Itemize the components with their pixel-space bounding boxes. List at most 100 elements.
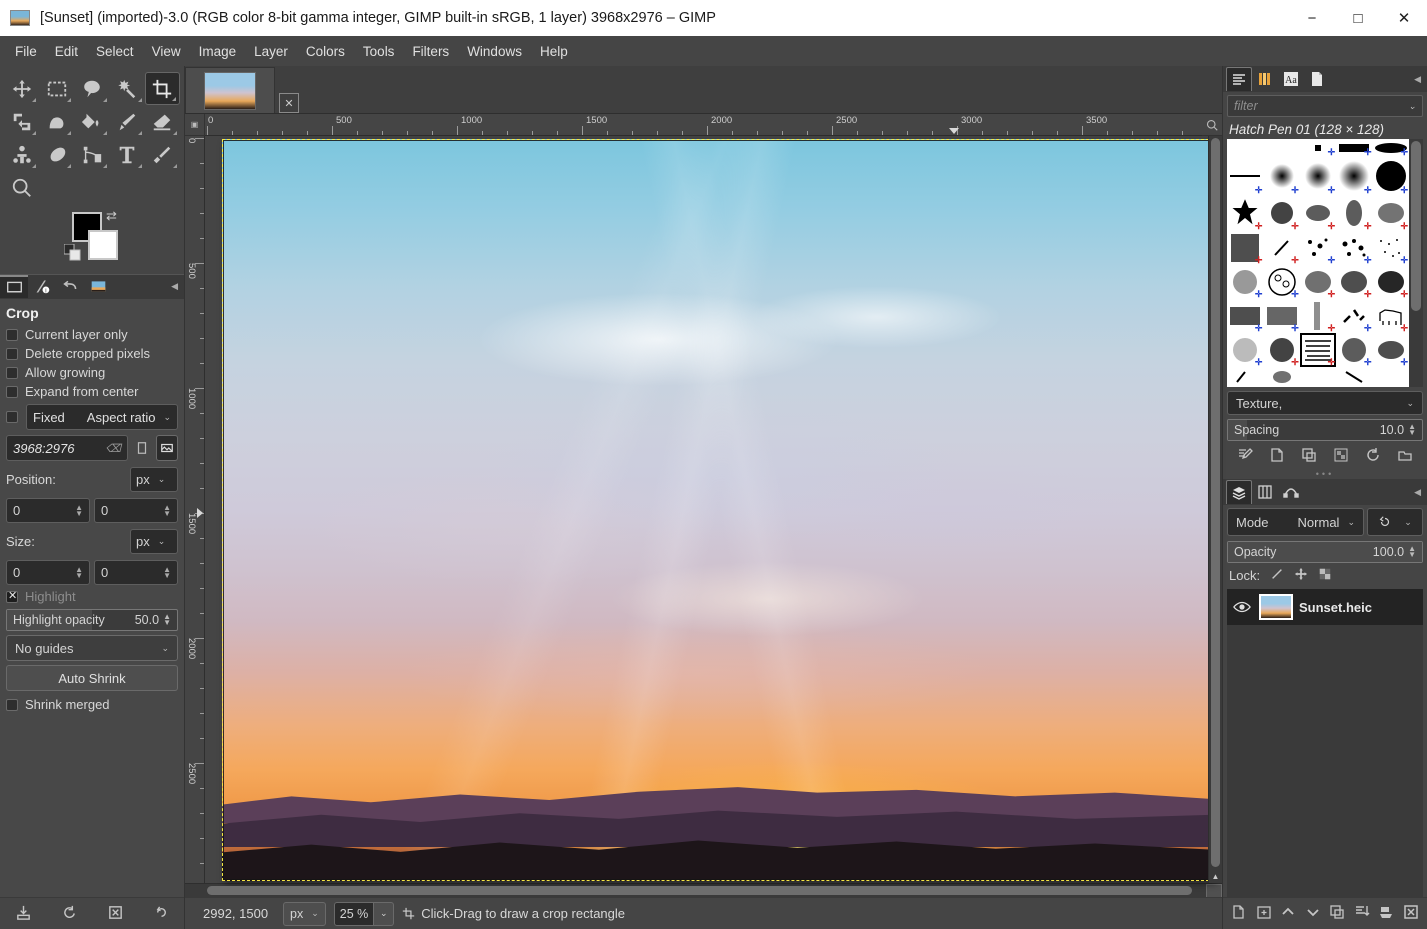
- current-layer-only-checkbox[interactable]: [6, 329, 18, 341]
- brush-item[interactable]: ✛: [1263, 231, 1299, 265]
- layer-visibility-icon[interactable]: [1231, 600, 1253, 614]
- statusbar-unit-combo[interactable]: px ⌄: [283, 902, 326, 926]
- transform-tool[interactable]: [4, 105, 39, 138]
- layers-menu-icon[interactable]: ◀: [1414, 487, 1421, 498]
- brush-item[interactable]: ✛: [1373, 157, 1409, 195]
- lock-pixels-icon[interactable]: [1270, 567, 1284, 584]
- crop-tool[interactable]: [145, 72, 180, 105]
- brush-item[interactable]: ✛: [1300, 195, 1336, 231]
- canvas-horizontal-scrollbar[interactable]: [205, 884, 1206, 897]
- delete-layer-icon[interactable]: [1403, 904, 1419, 923]
- brush-item[interactable]: ✛: [1336, 333, 1372, 367]
- patterns-tab[interactable]: [1252, 67, 1278, 91]
- canvas-vertical-scrollbar[interactable]: ▲: [1208, 136, 1222, 883]
- brush-item[interactable]: ✛: [1227, 195, 1263, 231]
- brush-item[interactable]: ✛: [1336, 157, 1372, 195]
- document-history-tab[interactable]: [1304, 67, 1330, 91]
- brush-item[interactable]: ✛: [1300, 265, 1336, 299]
- shrink-merged-checkbox[interactable]: [6, 699, 18, 711]
- vertical-ruler[interactable]: 0 500 1000 1500 2000 2500: [185, 136, 205, 883]
- menu-help[interactable]: Help: [531, 40, 577, 63]
- brush-item[interactable]: ✛: [1300, 139, 1336, 157]
- position-unit-combo[interactable]: px ⌄: [130, 467, 178, 492]
- delete-tool-preset-icon[interactable]: [107, 904, 124, 924]
- brush-item[interactable]: ✛: [1300, 299, 1336, 333]
- brush-item[interactable]: ✛: [1373, 231, 1409, 265]
- brush-item[interactable]: ✛: [1263, 299, 1299, 333]
- brush-item[interactable]: ✛: [1373, 333, 1409, 367]
- brush-item-hatch-pen-01[interactable]: ✛: [1300, 333, 1336, 367]
- allow-growing-checkbox[interactable]: [6, 367, 18, 379]
- brush-item[interactable]: ✛: [1227, 265, 1263, 299]
- zoom-tool[interactable]: [4, 171, 40, 204]
- ruler-origin-button[interactable]: ▣: [185, 114, 205, 136]
- anchor-layer-icon[interactable]: [1378, 904, 1394, 923]
- layer-item[interactable]: Sunset.heic: [1227, 589, 1423, 625]
- size-unit-combo[interactable]: px ⌄: [130, 529, 178, 554]
- brush-grid-scrollbar[interactable]: [1409, 139, 1423, 387]
- restore-tool-preset-icon[interactable]: [61, 904, 78, 924]
- brush-item[interactable]: [1336, 367, 1372, 387]
- shrink-merged-option[interactable]: Shrink merged: [0, 695, 184, 714]
- brush-item[interactable]: [1373, 367, 1409, 387]
- save-tool-preset-icon[interactable]: [15, 904, 32, 924]
- revert-mode-button[interactable]: ⌄: [1367, 508, 1423, 536]
- auto-shrink-button[interactable]: Auto Shrink: [6, 665, 178, 691]
- text-tool[interactable]: [110, 138, 145, 171]
- sunset-image-tab[interactable]: [185, 67, 275, 113]
- brush-item[interactable]: ✛: [1336, 299, 1372, 333]
- stepper-icon[interactable]: ▲▼: [75, 567, 83, 579]
- brush-item[interactable]: ✛: [1227, 299, 1263, 333]
- tool-options-tab[interactable]: [0, 275, 28, 299]
- eraser-tool[interactable]: [145, 105, 180, 138]
- stepper-icon[interactable]: ▲▼: [163, 505, 171, 517]
- paintbrush-tool[interactable]: [110, 105, 145, 138]
- landscape-orientation-button[interactable]: [156, 435, 178, 461]
- brush-item[interactable]: [1300, 367, 1336, 387]
- brush-item[interactable]: ✛: [1300, 157, 1336, 195]
- brush-item[interactable]: [1263, 367, 1299, 387]
- swap-colors-icon[interactable]: ⇄: [106, 208, 117, 224]
- free-select-tool[interactable]: [74, 72, 109, 105]
- undo-history-tab[interactable]: [56, 275, 84, 299]
- default-colors-icon[interactable]: [64, 244, 82, 265]
- brush-item[interactable]: ✛: [1336, 265, 1372, 299]
- highlight-checkbox[interactable]: [6, 591, 18, 603]
- stepper-icon[interactable]: ▲▼: [1408, 424, 1416, 436]
- stepper-icon[interactable]: ▲▼: [163, 614, 171, 626]
- images-tab[interactable]: [84, 275, 112, 299]
- guides-combo[interactable]: No guides ⌄: [6, 635, 178, 661]
- clear-icon[interactable]: ⌫: [105, 442, 121, 455]
- menu-select[interactable]: Select: [87, 40, 143, 63]
- device-status-tab[interactable]: i: [28, 275, 56, 299]
- raise-layer-icon[interactable]: [1280, 904, 1296, 923]
- brush-item[interactable]: ✛: [1336, 231, 1372, 265]
- size-height-input[interactable]: 0 ▲▼: [94, 560, 178, 585]
- maximize-button[interactable]: □: [1335, 0, 1381, 36]
- brush-texture-combo[interactable]: Texture, ⌄: [1227, 391, 1423, 415]
- brush-item[interactable]: ✛: [1373, 139, 1409, 157]
- brush-item[interactable]: ✛: [1263, 265, 1299, 299]
- zoom-level-input[interactable]: 25 %: [334, 902, 375, 926]
- fonts-tab[interactable]: Aa: [1278, 67, 1304, 91]
- scrollbar-thumb[interactable]: [1411, 141, 1421, 311]
- edit-brush-icon[interactable]: [1237, 447, 1253, 466]
- lock-position-icon[interactable]: [1294, 567, 1308, 584]
- fixed-checkbox[interactable]: [6, 411, 18, 423]
- size-width-input[interactable]: 0 ▲▼: [6, 560, 90, 585]
- clone-tool[interactable]: [4, 138, 39, 171]
- path-tool[interactable]: [74, 138, 109, 171]
- channels-tab[interactable]: [1252, 480, 1278, 504]
- smudge-tool[interactable]: [39, 138, 74, 171]
- portrait-orientation-button[interactable]: [131, 435, 153, 461]
- warp-tool[interactable]: [39, 105, 74, 138]
- layer-opacity-slider[interactable]: Opacity 100.0 ▲▼: [1227, 541, 1423, 563]
- layer-mode-combo[interactable]: Mode Normal ⌄: [1227, 508, 1364, 536]
- menu-tools[interactable]: Tools: [354, 40, 404, 63]
- fuzzy-select-tool[interactable]: [110, 72, 145, 105]
- brush-item[interactable]: ✛: [1336, 195, 1372, 231]
- menu-view[interactable]: View: [143, 40, 190, 63]
- move-tool[interactable]: [4, 72, 39, 105]
- brush-item[interactable]: ✛: [1373, 299, 1409, 333]
- lower-layer-icon[interactable]: [1305, 904, 1321, 923]
